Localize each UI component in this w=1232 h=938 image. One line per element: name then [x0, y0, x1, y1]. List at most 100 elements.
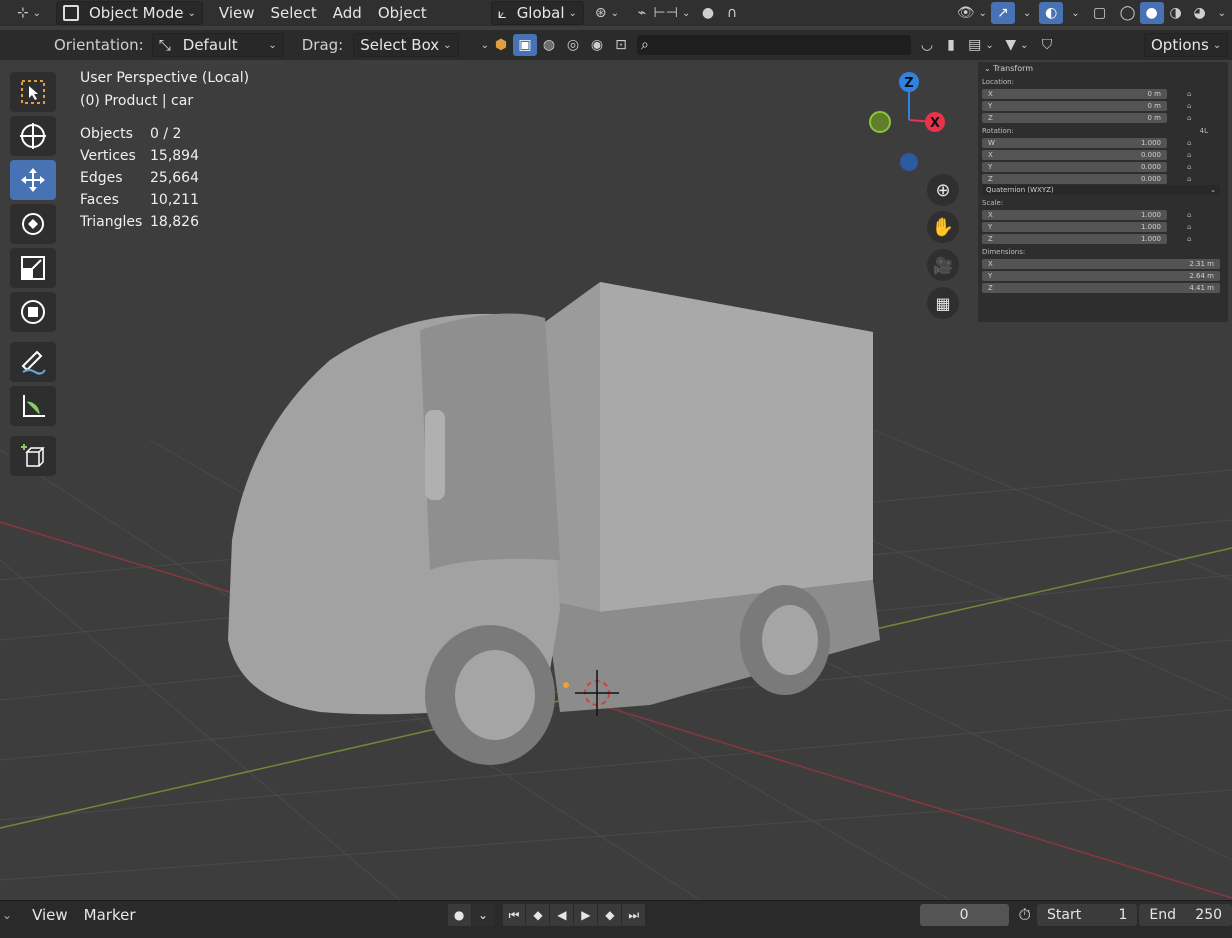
scale-y-field[interactable]: Y 1.000 ⌂: [982, 221, 1228, 232]
transform-tool[interactable]: [10, 292, 56, 332]
truck-model[interactable]: [228, 282, 880, 765]
rotation-mode-dropdown[interactable]: Quaternion (WXYZ) ⌄: [982, 185, 1220, 195]
object-type-icon[interactable]: ⬢: [489, 34, 513, 56]
chevron-down-icon[interactable]: ⌄: [1071, 8, 1079, 19]
dimensions-z-field[interactable]: Z 4.41 m: [982, 282, 1228, 293]
chevron-down-icon[interactable]: ⌄: [1023, 8, 1031, 19]
move-tool[interactable]: [10, 160, 56, 200]
snap-target-icon[interactable]: ⊢⊣ ⌄: [654, 2, 691, 24]
scale-x-field[interactable]: X 1.000 ⌂: [982, 209, 1228, 220]
proportional-edit-icon[interactable]: ●: [696, 2, 720, 24]
select-subtract-icon[interactable]: ◎: [561, 34, 585, 56]
chevron-down-icon[interactable]: ⌄: [1218, 8, 1226, 19]
dimensions-y-field[interactable]: Y 2.64 m: [982, 270, 1228, 281]
lock-icon[interactable]: ⌂: [1187, 114, 1199, 122]
menu-add[interactable]: Add: [325, 4, 370, 22]
cursor-tool[interactable]: [10, 116, 56, 156]
perspective-toggle-button[interactable]: ▦: [927, 287, 959, 319]
chevron-down-icon[interactable]: ⌄: [481, 40, 489, 51]
arc-icon[interactable]: ◡: [915, 34, 939, 56]
scale-z-field[interactable]: Z 1.000 ⌂: [982, 233, 1228, 244]
pivot-point-icon[interactable]: ⊛ ⌄: [590, 2, 624, 24]
scale-tool[interactable]: [10, 248, 56, 288]
lock-icon[interactable]: ⌂: [1187, 175, 1199, 183]
material-shading-icon[interactable]: ◑: [1164, 2, 1188, 24]
transform-orientation-label: Global: [516, 4, 565, 22]
stat-value: 25,664: [150, 170, 199, 186]
lock-icon[interactable]: ⌂: [1187, 102, 1199, 110]
overlays-toggle-icon[interactable]: ◐: [1039, 2, 1064, 24]
select-extend-icon[interactable]: ◍: [537, 34, 561, 56]
camera-view-button[interactable]: 🎥: [927, 249, 959, 281]
auto-keying-dropdown-icon[interactable]: ⌄: [471, 904, 495, 926]
lock-icon[interactable]: ⌂: [1187, 211, 1199, 219]
location-z-field[interactable]: Z 0 m ⌂: [982, 112, 1228, 123]
falloff-curve-icon[interactable]: ∩: [720, 2, 744, 24]
end-frame-field[interactable]: End 250: [1139, 904, 1232, 926]
lock-icon[interactable]: ⌂: [1187, 235, 1199, 243]
jump-to-end-icon[interactable]: ⏭: [622, 904, 646, 926]
timeline-menu-view[interactable]: View: [24, 906, 76, 924]
editor-type-icon[interactable]: ⊹ ⌄: [10, 2, 48, 24]
pan-button[interactable]: ✋: [927, 211, 959, 243]
next-keyframe-icon[interactable]: ◆: [598, 904, 622, 926]
snap-toggle-icon[interactable]: ⌁: [630, 2, 654, 24]
jump-to-start-icon[interactable]: ⏮: [502, 904, 526, 926]
layout-icon[interactable]: ▤ ⌄: [963, 34, 999, 56]
play-icon[interactable]: ▶: [574, 904, 598, 926]
neg-z-axis-handle[interactable]: [900, 153, 918, 171]
zoom-button[interactable]: ⊕: [927, 174, 959, 206]
lock-icon[interactable]: ⌂: [1187, 90, 1199, 98]
lock-icon[interactable]: ⌂: [1187, 151, 1199, 159]
measure-tool[interactable]: [10, 386, 56, 426]
previous-keyframe-icon[interactable]: ◆: [526, 904, 550, 926]
select-box-tool[interactable]: [10, 72, 56, 112]
editor-collapse-icon[interactable]: ⌄: [2, 908, 12, 922]
play-reverse-icon[interactable]: ◀: [550, 904, 574, 926]
lock-icon[interactable]: ⌂: [1187, 163, 1199, 171]
wireframe-shading-icon[interactable]: ◯: [1116, 2, 1140, 24]
lock-icon[interactable]: ⌂: [1187, 139, 1199, 147]
location-x-field[interactable]: X 0 m ⌂: [982, 88, 1228, 99]
y-axis-handle[interactable]: [869, 111, 891, 133]
start-frame-field[interactable]: Start 1: [1037, 904, 1138, 926]
transform-orientation-dropdown[interactable]: ⟀ Global ⌄: [490, 1, 584, 25]
dimensions-x-field[interactable]: X 2.31 m: [982, 258, 1228, 269]
rotation-y-field[interactable]: Y 0.000 ⌂: [982, 161, 1228, 172]
visibility-eye-icon[interactable]: 👁 ⌄: [953, 2, 991, 24]
rotation-w-field[interactable]: W 1.000 ⌂: [982, 137, 1228, 148]
preview-range-clock-icon[interactable]: ⏱: [1019, 905, 1031, 925]
menu-select[interactable]: Select: [263, 4, 325, 22]
gizmo-toggle-icon[interactable]: ↗: [990, 2, 1015, 24]
orientation-dropdown[interactable]: ⤡ Default ⌄: [151, 33, 284, 57]
filter-icon[interactable]: ▼ ⌄: [999, 34, 1035, 56]
navigation-gizmo[interactable]: Z X: [862, 70, 972, 180]
record-keyframe-icon[interactable]: ●: [447, 904, 471, 926]
add-cube-tool[interactable]: [10, 436, 56, 476]
timeline-menu-marker[interactable]: Marker: [76, 906, 144, 924]
shield-icon[interactable]: ⛉: [1035, 34, 1059, 56]
location-y-field[interactable]: Y 0 m ⌂: [982, 100, 1228, 111]
rotation-x-field[interactable]: X 0.000 ⌂: [982, 149, 1228, 160]
menu-object[interactable]: Object: [370, 4, 435, 22]
transform-panel-header[interactable]: ⌄ Transform: [978, 62, 1228, 75]
drag-dropdown[interactable]: Select Box ⌄: [353, 33, 459, 57]
mode-dropdown[interactable]: Object Mode ⌄: [56, 1, 203, 25]
rotation-z-field[interactable]: Z 0.000 ⌂: [982, 173, 1228, 184]
rotate-tool[interactable]: [10, 204, 56, 244]
lock-icon[interactable]: ⌂: [1187, 223, 1199, 231]
rotation-lock-4l[interactable]: 4L: [1200, 127, 1208, 135]
select-intersect-icon[interactable]: ⊡: [609, 34, 633, 56]
current-frame-field[interactable]: 0: [919, 904, 1009, 926]
rendered-shading-icon[interactable]: ◕: [1188, 2, 1212, 24]
select-box-mode-icon[interactable]: ▣: [512, 34, 537, 56]
options-dropdown[interactable]: Options ⌄: [1144, 33, 1228, 57]
solid-shading-icon[interactable]: ●: [1139, 2, 1164, 24]
select-invert-icon[interactable]: ◉: [585, 34, 609, 56]
annotate-tool[interactable]: [10, 342, 56, 382]
search-input[interactable]: ⌕: [636, 35, 911, 55]
menu-view[interactable]: View: [211, 4, 263, 22]
xray-toggle-icon[interactable]: ▢: [1088, 2, 1112, 24]
timeline-header: ⌄ View Marker ● ⌄ ⏮ ◆ ◀ ▶ ◆ ⏭ 0 ⏱ Start 1…: [0, 900, 1232, 938]
bookmark-icon[interactable]: ▮: [939, 34, 963, 56]
